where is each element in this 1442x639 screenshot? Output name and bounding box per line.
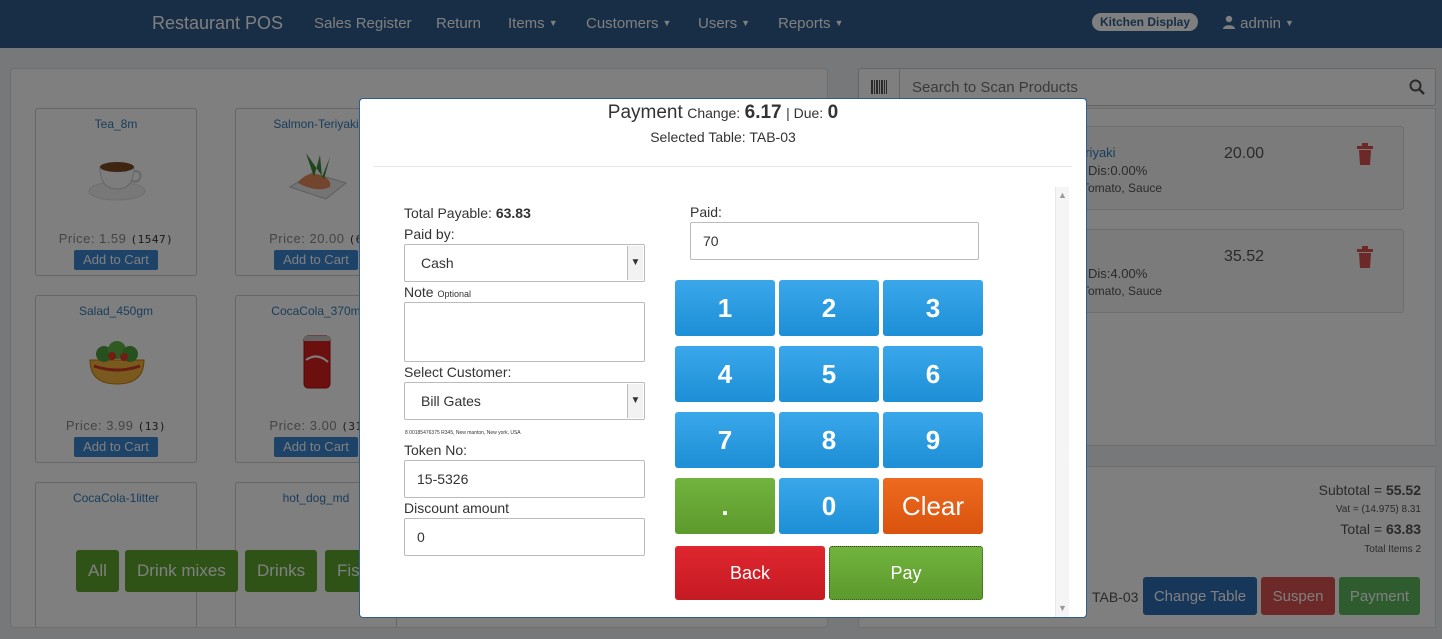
pay-button[interactable]: Pay	[829, 546, 983, 600]
key-3[interactable]: 3	[883, 280, 983, 336]
paid-by-label: Paid by:	[404, 226, 455, 242]
key-6[interactable]: 6	[883, 346, 983, 402]
payment-modal: Payment Change: 6.17 | Due: 0 Selected T…	[359, 98, 1087, 618]
key-2[interactable]: 2	[779, 280, 879, 336]
key-8[interactable]: 8	[779, 412, 879, 468]
paid-label: Paid:	[690, 204, 722, 220]
token-label: Token No:	[404, 442, 468, 458]
selected-table: Selected Table: TAB-03	[650, 129, 796, 145]
key-7[interactable]: 7	[675, 412, 775, 468]
key-9[interactable]: 9	[883, 412, 983, 468]
scroll-up-icon[interactable]: ▲	[1058, 190, 1067, 200]
key-1[interactable]: 1	[675, 280, 775, 336]
key-0[interactable]: 0	[779, 478, 879, 534]
discount-label: Discount amount	[404, 500, 510, 516]
key-clear[interactable]: Clear	[883, 478, 983, 534]
key-4[interactable]: 4	[675, 346, 775, 402]
customer-label: Select Customer:	[404, 364, 512, 380]
modal-scrollbar[interactable]: ▲ ▼	[1055, 187, 1069, 617]
modal-title: Payment Change: 6.17 | Due: 0	[607, 102, 839, 123]
paid-by-select[interactable]: Cash ▼	[404, 244, 645, 282]
paid-by-value: Cash	[421, 255, 454, 271]
customer-info: 8 00185476375 R345, New manton, New york…	[405, 430, 521, 436]
divider	[374, 166, 1072, 167]
total-payable: Total Payable: 63.83	[404, 205, 531, 221]
paid-input[interactable]	[690, 222, 979, 260]
note-textarea[interactable]	[404, 302, 645, 362]
token-input[interactable]	[404, 460, 645, 498]
customer-select[interactable]: Bill Gates ▼	[404, 382, 645, 420]
chevron-down-icon: ▼	[627, 384, 643, 418]
discount-input[interactable]	[404, 518, 645, 556]
note-label: Note Optional	[404, 284, 471, 300]
customer-value: Bill Gates	[421, 393, 481, 409]
key-5[interactable]: 5	[779, 346, 879, 402]
chevron-down-icon: ▼	[627, 246, 643, 280]
back-button[interactable]: Back	[675, 546, 825, 600]
change-amount: 6.17	[744, 102, 782, 123]
key-decimal[interactable]: .	[675, 478, 775, 534]
due-amount: 0	[827, 102, 839, 123]
scroll-down-icon[interactable]: ▼	[1058, 603, 1067, 613]
